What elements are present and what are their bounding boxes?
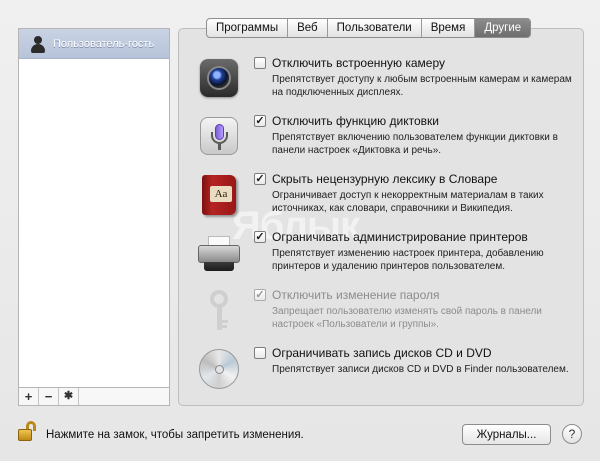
logs-button[interactable]: Журналы... [462, 424, 551, 445]
disable-dictation-checkbox[interactable]: ✓ [254, 115, 266, 127]
option-description: Препятствует изменению настроек принтера… [272, 248, 544, 272]
option-label: Отключить изменение пароля [272, 288, 440, 302]
tab-time[interactable]: Время [422, 19, 476, 37]
key-icon [196, 288, 242, 334]
option-description: Препятствует включению пользователем фун… [272, 132, 558, 156]
option-label: Отключить функцию диктовки [272, 114, 439, 128]
tab-bar: Программы Веб Пользователи Время Другие [206, 18, 532, 38]
printer-icon [196, 230, 242, 276]
tab-web[interactable]: Веб [288, 19, 328, 37]
limit-disc-burning-checkbox[interactable] [254, 347, 266, 359]
lock-hint-text: Нажмите на замок, чтобы запретить измене… [46, 429, 304, 441]
option-description: Запрещает пользователю изменять свой пар… [272, 306, 542, 330]
add-user-button[interactable]: + [19, 388, 39, 405]
option-label: Ограничивать запись дисков CD и DVD [272, 346, 492, 360]
dictionary-icon: Aa [196, 172, 242, 218]
lock-icon[interactable] [18, 421, 36, 441]
gear-icon[interactable]: ✱ [59, 388, 79, 405]
user-list: Пользователь-гость [18, 28, 170, 388]
tab-users[interactable]: Пользователи [328, 19, 422, 37]
option-label: Отключить встроенную камеру [272, 56, 445, 70]
hide-profanity-checkbox[interactable]: ✓ [254, 173, 266, 185]
user-list-item-guest[interactable]: Пользователь-гость [19, 29, 169, 59]
user-icon [29, 35, 47, 53]
option-label: Ограничивать администрирование принтеров [272, 230, 528, 244]
disable-camera-checkbox[interactable] [254, 57, 266, 69]
option-label: Скрыть нецензурную лексику в Словаре [272, 172, 498, 186]
remove-user-button[interactable]: − [39, 388, 59, 405]
user-list-toolbar: + − ✱ [18, 388, 170, 406]
microphone-icon [196, 114, 242, 160]
tab-other[interactable]: Другие [475, 19, 531, 37]
option-description: Препятствует доступу к любым встроенным … [272, 74, 572, 98]
user-name: Пользователь-гость [53, 37, 155, 50]
option-description: Ограничивает доступ к некорректным матер… [272, 190, 544, 214]
help-button[interactable]: ? [562, 424, 582, 444]
option-description: Препятствует записи дисков CD и DVD в Fi… [272, 364, 569, 375]
disc-icon [196, 346, 242, 392]
camera-icon [196, 56, 242, 102]
disable-password-change-checkbox: ✓ [254, 288, 266, 301]
limit-printer-admin-checkbox[interactable]: ✓ [254, 231, 266, 243]
parental-controls-window: Пользователь-гость + − ✱ Программы Веб П… [0, 0, 600, 461]
tab-programs[interactable]: Программы [207, 19, 289, 37]
